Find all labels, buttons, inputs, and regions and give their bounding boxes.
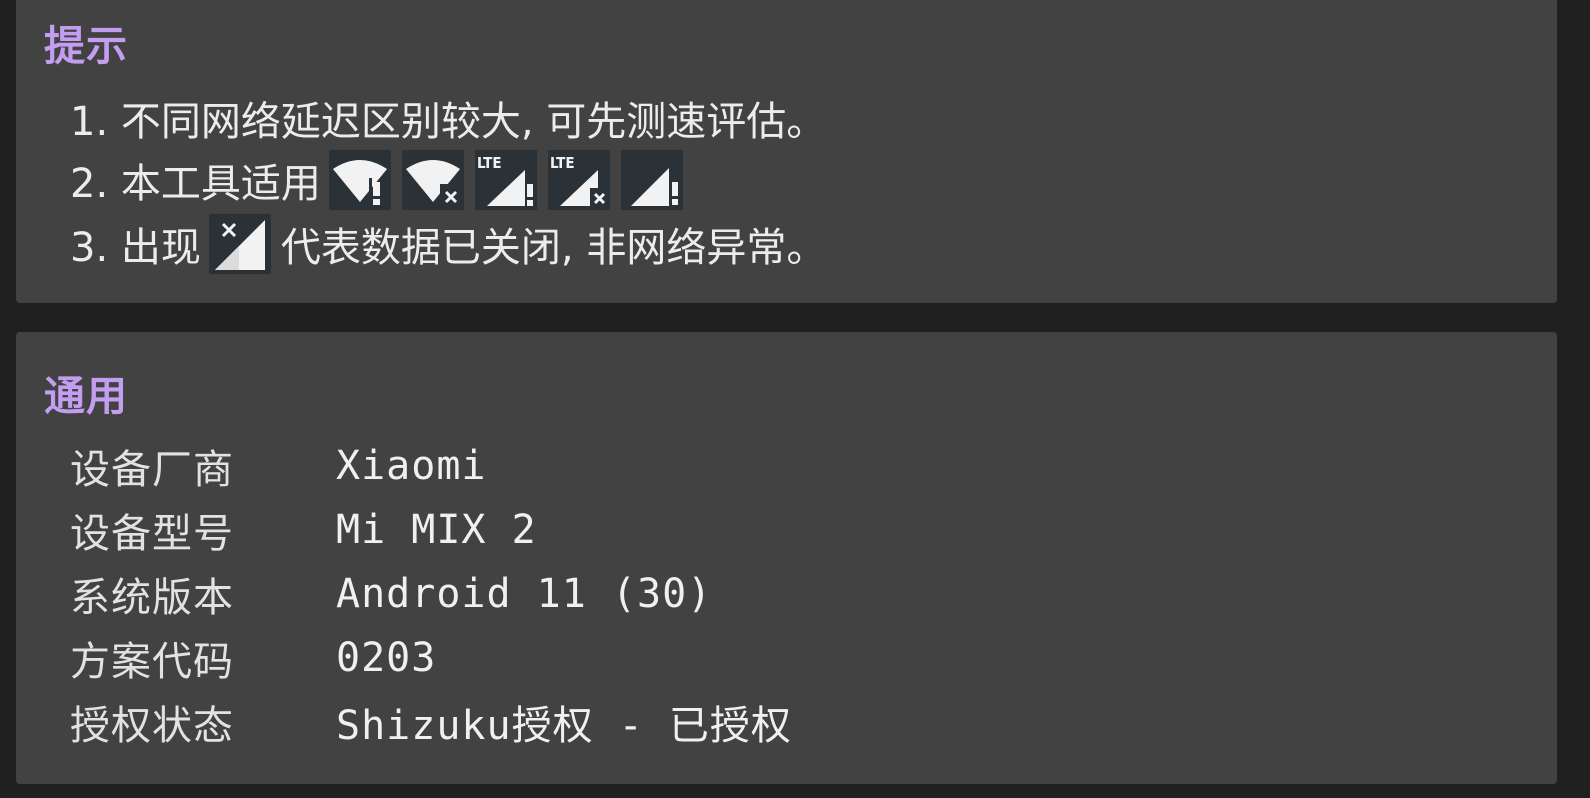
lte-label: LTE [550,154,575,172]
info-row-system-version: 系统版本 Android 11 (30) [70,562,712,626]
tip-text: 2. 本工具适用 [70,161,321,207]
data-disabled-signal-icon [208,214,271,274]
info-row-vendor: 设备厂商 Xiaomi [70,434,487,498]
general-title: 通用 [44,372,128,420]
info-label: 设备厂商 [70,447,234,493]
lte-signal-off-icon: LTE [547,150,610,210]
lte-label: LTE [477,154,502,172]
tip-text: 代表数据已关闭, 非网络异常。 [280,225,827,271]
info-value: Xiaomi [336,443,487,489]
info-label: 方案代码 [70,639,234,685]
info-value: Shizuku授权 - 已授权 [336,703,792,749]
tip-text: 1. 不同网络延迟区别较大, 可先测速评估。 [70,99,827,145]
wifi-warning-icon [328,150,391,210]
general-card: 通用 设备厂商 Xiaomi 设备型号 Mi MIX 2 系统版本 Androi… [16,332,1557,784]
info-value: Android 11 (30) [336,571,713,617]
info-label: 设备型号 [70,511,234,557]
signal-warning-icon [620,150,683,210]
tip-line-1: 1. 不同网络延迟区别较大, 可先测速评估。 [70,88,826,148]
info-label: 授权状态 [70,703,234,749]
info-row-scheme-code: 方案代码 0203 [70,626,436,690]
wifi-off-icon [401,150,464,210]
tip-line-2: 2. 本工具适用 LTE LTE [70,148,694,212]
tip-text: 3. 出现 [70,225,201,271]
info-label: 系统版本 [70,575,234,621]
info-value: 0203 [336,635,437,681]
tips-card: 提示 1. 不同网络延迟区别较大, 可先测速评估。 2. 本工具适用 LTE L… [16,0,1557,303]
info-row-auth-status: 授权状态 Shizuku授权 - 已授权 [70,690,792,754]
info-value: Mi MIX 2 [336,507,537,553]
lte-signal-warning-icon: LTE [474,150,537,210]
tips-title: 提示 [44,22,128,70]
info-row-model: 设备型号 Mi MIX 2 [70,498,537,562]
tip-line-3: 3. 出现 代表数据已关闭, 非网络异常。 [70,212,826,276]
